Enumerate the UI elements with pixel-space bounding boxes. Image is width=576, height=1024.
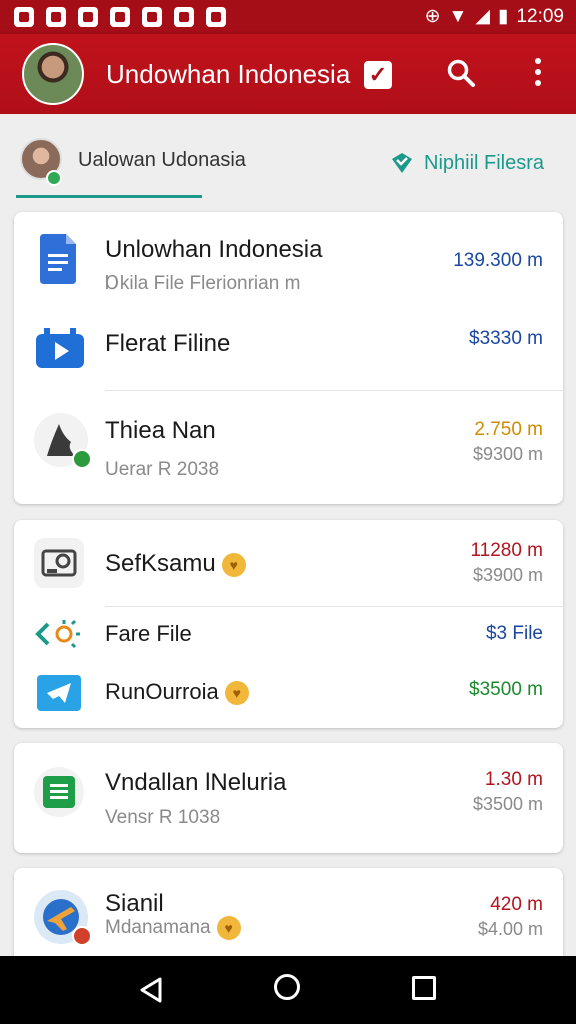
item-value: 420 m [490,894,543,915]
clock: 12:09 [516,5,564,27]
item-secondary-value: $3500 m [472,794,543,814]
checkbox-icon[interactable]: ✓ [364,61,392,89]
list-item[interactable]: Flerat Filine $3330 m [14,310,563,390]
search-icon[interactable] [446,58,476,88]
item-value: 11280 m [470,540,543,561]
item-subtitle: Vensr R 1038 [105,807,221,828]
list-item[interactable]: Thiea Nan Uerar R 2038 2.750 m $9300 m [14,391,563,504]
item-secondary-value: $9300 m [472,444,543,464]
item-value: 1.30 m [484,769,543,790]
tab-account-label: Ualowan Udonasia [78,149,246,171]
wifi-icon: ▼ [448,5,468,27]
app-bar: Undowhan Indonesia ✓ [0,34,576,114]
online-indicator-icon [46,170,62,186]
telegram-icon [34,667,84,717]
notification-icon [206,7,226,27]
item-secondary-value: $3900 m [472,565,543,585]
file-card: Unlowhan Indonesia Ɒkila File Flerionria… [14,212,563,504]
system-navigation-bar [0,956,576,1024]
item-value: 139.300 m [453,250,543,271]
item-value: $3 File [485,623,543,644]
signal-icon: ◢ [475,6,490,27]
list-item[interactable]: Vndallan lNeluria Vensr R 1038 1.30 m $3… [14,743,563,853]
plane-globe-icon [34,890,92,946]
back-icon[interactable] [138,976,164,1004]
battery-icon: ▮ [497,6,509,27]
active-tab-indicator [16,195,202,198]
file-card: SefKsamu ♥ 11280 m $3900 m Fare File $3 F… [14,520,563,728]
item-title-text: SefKsamu [105,550,216,577]
google-sheets-icon [34,767,84,817]
notification-icons [14,7,226,27]
shield-check-icon [392,153,412,173]
item-title: Thiea Nan [105,417,216,444]
list-item[interactable]: Fare File $3 File [14,607,563,663]
status-badge [72,926,92,946]
notification-icon [110,7,130,27]
item-title: SefKsamu ♥ [105,550,246,578]
shark-fin-icon [34,413,92,469]
item-subtitle: Mdanamana ♥ [105,916,241,940]
item-subtitle: Ɒkila File Flerionrian m [105,273,301,294]
app-title: Undowhan Indonesia [106,59,351,89]
item-title: Sianil [105,890,164,917]
camera-icon [34,538,84,588]
home-icon[interactable] [274,974,300,1000]
vibrate-icon: ⊕ [424,6,441,27]
notification-icon [78,7,98,27]
item-title: Unlowhan Indonesia [105,236,323,263]
notification-icon [46,7,66,27]
item-title: Fare File [105,621,192,646]
item-title-text: RunOurroia [105,679,219,704]
video-player-icon [34,324,84,374]
item-title: Flerat Filine [105,330,231,357]
file-card: Vndallan lNeluria Vensr R 1038 1.30 m $3… [14,743,563,853]
verified-badge-icon: ♥ [221,552,246,577]
item-value: $3500 m [469,679,543,700]
code-sun-icon [34,609,84,659]
notification-icon [14,7,34,27]
item-secondary-value: $4.00 m [477,919,543,939]
verified-badge-icon: ♥ [216,916,241,940]
item-title: RunOurroia ♥ [105,679,249,706]
recent-apps-icon[interactable] [412,976,436,1000]
status-badge [72,449,92,469]
notification-icon [142,7,162,27]
tab-files[interactable]: Niphiil Filesra [390,151,544,175]
item-subtitle: Uerar R 2038 [105,459,220,480]
item-subtitle-text: Mdanamana [105,917,211,939]
verified-badge-icon: ♥ [224,681,249,706]
tab-bar: Ualowan Udonasia Niphiil Filesra [0,114,576,200]
avatar[interactable] [22,43,84,105]
item-value: $3330 m [469,328,543,349]
notification-icon [174,7,194,27]
item-value: 2.750 m [474,419,543,440]
item-title: Vndallan lNeluria [105,769,287,796]
list-item[interactable]: SefKsamu ♥ 11280 m $3900 m [14,520,563,606]
list-item[interactable]: RunOurroia ♥ $3500 m [14,663,563,728]
status-bar: ⊕ ▼ ◢ ▮ 12:09 [0,0,576,34]
google-docs-icon [34,234,84,284]
more-options-icon[interactable] [534,58,542,90]
list-item[interactable]: Unlowhan Indonesia Ɒkila File Flerionria… [14,212,563,310]
tab-files-label: Niphiil Filesra [424,151,545,174]
list-item[interactable]: Sianil Mdanamana ♥ 420 m $4.00 m [14,868,563,956]
